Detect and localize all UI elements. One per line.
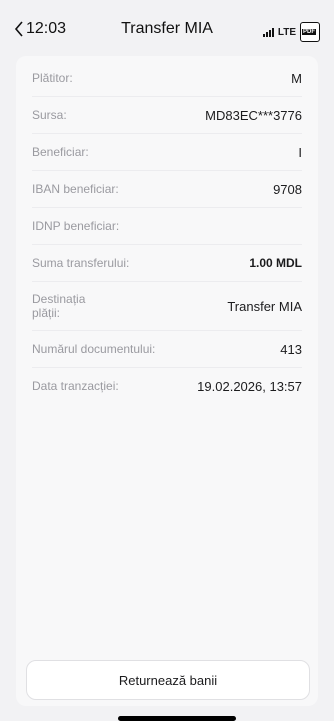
detail-row-document-number: Numărul documentului: 413: [32, 331, 302, 368]
detail-value: 19.02.2026, 13:57: [197, 378, 302, 394]
detail-row-iban: IBAN beneficiar: 9708: [32, 171, 302, 208]
home-indicator: [118, 716, 236, 721]
return-money-button[interactable]: Returnează banii: [26, 660, 310, 700]
detail-label: Beneficiar:: [32, 145, 89, 159]
pdf-download-icon[interactable]: PDF: [300, 22, 320, 42]
detail-row-beneficiary: Beneficiar: I: [32, 134, 302, 171]
detail-label: IDNP beneficiar:: [32, 219, 120, 233]
signal-icon: [262, 27, 274, 37]
detail-row-idnp: IDNP beneficiar:: [32, 208, 302, 245]
detail-label: Suma transferului:: [32, 256, 130, 270]
network-type: LTE: [277, 26, 296, 38]
detail-value: 1.00 MDL: [249, 256, 302, 270]
transfer-details-card: Plătitor: M Sursa: MD83EC***3776 Benefic…: [16, 56, 318, 706]
detail-value: Transfer MIA: [227, 298, 302, 314]
detail-label: Plătitor:: [32, 71, 73, 85]
pdf-label: PDF: [302, 29, 316, 35]
detail-row-payer: Plătitor: M: [32, 60, 302, 97]
detail-row-purpose: Destinația plății: Transfer MIA: [32, 282, 302, 331]
status-indicators: LTE PDF: [262, 22, 320, 42]
detail-value: 413: [280, 341, 302, 357]
detail-label: Sursa:: [32, 108, 67, 122]
detail-label: Data tranzacției:: [32, 379, 119, 393]
detail-row-amount: Suma transferului: 1.00 MDL: [32, 245, 302, 282]
detail-value: MD83EC***3776: [205, 107, 302, 123]
detail-value: M: [291, 70, 302, 86]
detail-label: Destinația plății:: [32, 292, 86, 320]
return-money-label: Returnează banii: [118, 672, 218, 688]
detail-label: Numărul documentului:: [32, 342, 156, 356]
detail-value: 9708: [273, 181, 302, 197]
detail-label: IBAN beneficiar:: [32, 182, 119, 196]
detail-row-source: Sursa: MD83EC***3776: [32, 97, 302, 134]
status-bar: 12:03 Transfer MIA LTE PDF: [0, 0, 334, 56]
detail-value: I: [298, 144, 302, 160]
detail-row-date: Data tranzacției: 19.02.2026, 13:57: [32, 368, 302, 404]
